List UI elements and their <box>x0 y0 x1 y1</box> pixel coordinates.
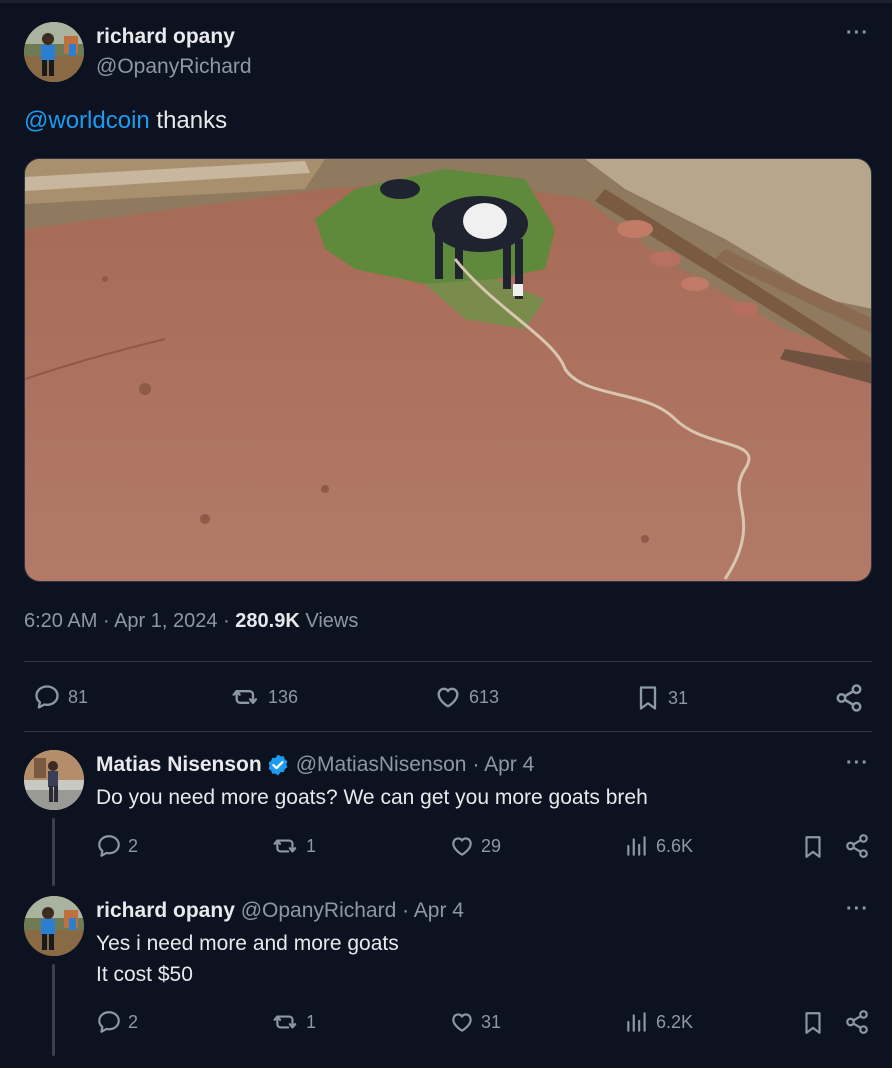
retweet-button[interactable]: 1 <box>272 833 316 859</box>
author-name[interactable]: Matias Nisenson <box>96 753 262 777</box>
reply-text-line: Yes i need more and more goats <box>96 932 399 955</box>
more-icon[interactable]: ··· <box>846 22 869 45</box>
divider <box>24 731 872 732</box>
reply-date[interactable]: · Apr 4 <box>472 753 534 777</box>
bookmark-count: 31 <box>668 687 689 708</box>
author-handle[interactable]: @OpanyRichard <box>96 55 252 79</box>
like-button[interactable]: 613 <box>433 683 499 711</box>
reply-button[interactable]: 2 <box>96 833 138 859</box>
bookmark-button[interactable]: 31 <box>634 683 688 713</box>
share-button[interactable] <box>844 833 876 859</box>
tweet-date[interactable]: Apr 1, 2024 <box>114 610 217 632</box>
thread-line <box>52 818 55 886</box>
reply-icon <box>35 685 59 709</box>
like-button[interactable]: 29 <box>449 833 501 859</box>
views-count: 6.2K <box>656 1011 694 1032</box>
bookmark-icon <box>805 836 821 858</box>
author-name[interactable]: richard opany <box>96 899 235 922</box>
reply-text: Do you need more goats? We can get you m… <box>96 786 648 809</box>
bookmark-icon <box>805 1012 821 1034</box>
retweet-icon <box>232 690 258 704</box>
bookmark-button[interactable] <box>800 1009 832 1037</box>
more-icon[interactable]: ··· <box>846 752 869 775</box>
more-icon[interactable]: ··· <box>846 898 869 921</box>
reply-count: 2 <box>128 835 139 856</box>
author-name[interactable]: richard opany <box>96 25 235 49</box>
divider <box>24 661 872 662</box>
like-count: 31 <box>481 1011 502 1032</box>
thread-line <box>52 964 55 1056</box>
tweet-text: @worldcoin thanks <box>24 107 227 135</box>
reply-button[interactable]: 2 <box>96 1009 138 1035</box>
views-icon <box>627 1012 646 1032</box>
tweet-meta: 6:20 AM · Apr 1, 2024 · 280.9K Views <box>24 610 358 633</box>
views-label: Views <box>305 610 359 632</box>
retweet-button[interactable]: 136 <box>230 683 298 711</box>
reply-date[interactable]: · Apr 4 <box>402 899 464 922</box>
views-count: 6.6K <box>656 835 694 856</box>
tweet-image[interactable] <box>24 158 872 582</box>
retweet-count: 136 <box>268 686 299 707</box>
views-button[interactable]: 6.2K <box>624 1009 693 1035</box>
retweet-icon <box>273 1015 297 1029</box>
share-button[interactable] <box>834 683 870 713</box>
bookmark-button[interactable] <box>800 833 832 861</box>
reply-header: Matias Nisenson @MatiasNisenson · Apr 4 <box>96 753 534 777</box>
mention-link[interactable]: @worldcoin <box>24 107 150 134</box>
views-count: 280.9K <box>235 610 300 632</box>
avatar[interactable] <box>24 750 84 810</box>
like-count: 29 <box>481 835 502 856</box>
retweet-count: 1 <box>306 1011 317 1032</box>
meta-separator: · <box>102 610 110 632</box>
views-button[interactable]: 6.6K <box>624 833 693 859</box>
reply-text-line: It cost $50 <box>96 963 193 986</box>
reply-button[interactable]: 81 <box>32 683 88 711</box>
share-icon <box>846 1010 868 1034</box>
avatar[interactable] <box>24 22 84 82</box>
share-icon <box>836 684 862 712</box>
like-button[interactable]: 31 <box>449 1009 501 1035</box>
bookmark-icon <box>639 686 657 710</box>
top-border <box>0 0 892 3</box>
reply-icon <box>98 1011 120 1033</box>
share-icon <box>846 834 868 858</box>
retweet-count: 1 <box>306 835 317 856</box>
meta-separator: · <box>223 610 230 632</box>
retweet-icon <box>273 839 297 853</box>
like-count: 613 <box>469 686 500 707</box>
like-icon <box>437 687 459 708</box>
share-button[interactable] <box>844 1009 876 1035</box>
reply-count: 2 <box>128 1011 139 1032</box>
reply-count: 81 <box>68 686 89 707</box>
author-handle[interactable]: @OpanyRichard <box>241 899 397 922</box>
reply-icon <box>98 835 120 857</box>
tweet-text-body: thanks <box>149 107 228 134</box>
views-icon <box>627 836 646 856</box>
verified-badge-icon <box>268 754 288 776</box>
retweet-button[interactable]: 1 <box>272 1009 316 1035</box>
reply-header: richard opany @OpanyRichard · Apr 4 <box>96 899 464 923</box>
author-handle[interactable]: @MatiasNisenson <box>296 753 467 777</box>
like-icon <box>452 1013 472 1032</box>
avatar[interactable] <box>24 896 84 956</box>
tweet-time[interactable]: 6:20 AM <box>24 610 97 632</box>
like-icon <box>452 837 472 856</box>
